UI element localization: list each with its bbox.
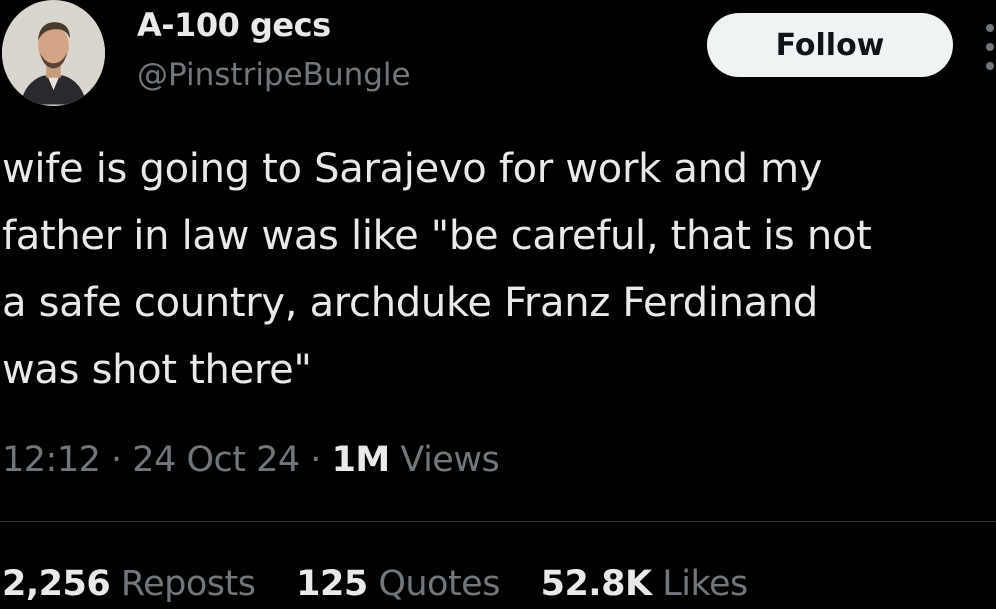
author-name[interactable]: A-100 gecs	[137, 6, 331, 44]
views-count: 1M	[331, 440, 391, 480]
follow-button[interactable]: Follow	[707, 13, 953, 77]
engagement-stats: 2,256 Reposts 125 Quotes 52.8K Likes	[2, 564, 778, 604]
divider	[0, 521, 996, 522]
meta-separator: ·	[310, 440, 321, 480]
reposts-label: Reposts	[120, 564, 256, 604]
views-label: Views	[400, 440, 500, 480]
likes-count: 52.8K	[540, 564, 652, 604]
likes-label: Likes	[662, 564, 748, 604]
tweet-date[interactable]: 24 Oct 24	[132, 440, 300, 480]
tweet-meta: 12:12 · 24 Oct 24 · 1M Views	[2, 440, 500, 480]
author-handle[interactable]: @PinstripeBungle	[137, 57, 411, 93]
quotes-count: 125	[296, 564, 368, 604]
avatar[interactable]	[2, 0, 105, 106]
tweet-time[interactable]: 12:12	[2, 440, 101, 480]
reposts-count: 2,256	[2, 564, 111, 604]
reposts-stat[interactable]: 2,256 Reposts	[2, 564, 266, 604]
avatar-image	[2, 1, 105, 105]
quotes-stat[interactable]: 125 Quotes	[296, 564, 510, 604]
tweet-text: wife is going to Sarajevo for work and m…	[2, 146, 872, 393]
more-vertical-icon[interactable]	[983, 24, 996, 70]
meta-separator: ·	[111, 440, 122, 480]
quotes-label: Quotes	[378, 564, 500, 604]
likes-stat[interactable]: 52.8K Likes	[540, 564, 749, 604]
